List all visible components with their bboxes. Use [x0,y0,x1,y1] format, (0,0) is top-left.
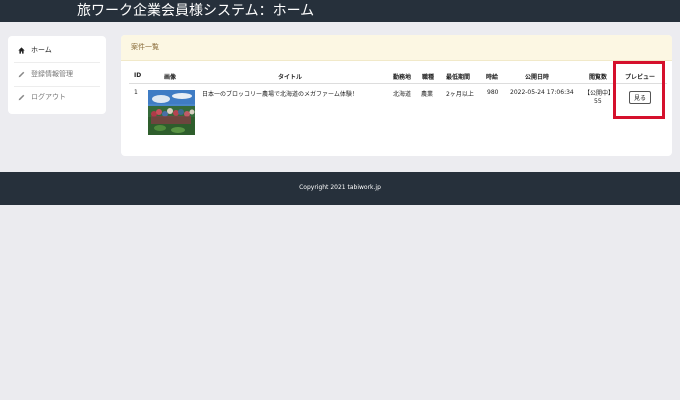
cell-location: 北海道 [393,91,412,98]
cell-published: 2022-05-24 17:06:34 [510,89,574,96]
sidebar-item-logout[interactable]: ログアウト [8,86,106,108]
job-list-card: 案件一覧 ID 画像 タイトル 勤務地 職種 最低期間 時給 公開日時 閲覧数 … [121,35,672,156]
col-header-wage: 時給 [486,74,499,81]
col-header-period: 最低期間 [446,74,471,81]
cell-views: 55 [594,98,602,105]
pencil-icon [18,71,28,78]
cell-title[interactable]: 日本一のブロッコリー農場で北海道のメガファーム体験！ [202,89,358,98]
col-header-job: 職種 [422,74,435,81]
page-title: 旅ワーク企業会員様システム：ホーム [77,3,315,19]
cell-id: 1 [134,89,138,96]
copyright-text: Copyright 2021 tabiwork.jp [299,184,381,191]
cell-wage: 980 [487,89,499,96]
sidebar-item-home[interactable]: ホーム [8,39,106,61]
col-header-location: 勤務地 [393,74,412,81]
col-header-views: 閲覧数 [589,74,608,81]
footer: Copyright 2021 tabiwork.jp [0,172,680,205]
card-header: 案件一覧 [121,35,672,61]
col-header-image: 画像 [164,74,177,81]
card-title: 案件一覧 [131,43,159,51]
sidebar-item-label: 登録情報管理 [31,70,73,78]
col-header-title: タイトル [278,74,303,81]
sidebar-item-label: ホーム [31,46,52,54]
status-badge: 【公開中】 [584,90,615,97]
job-thumbnail-image[interactable] [148,90,195,135]
table-header-divider [129,83,667,84]
cell-period: 2ヶ月以上 [446,91,474,98]
app-header: 旅ワーク企業会員様システム：ホーム [0,0,680,22]
highlight-box [613,61,665,119]
col-header-published: 公開日時 [525,74,550,81]
home-icon [18,46,28,54]
sidebar: ホーム 登録情報管理 ログアウト [8,36,106,114]
sidebar-item-account[interactable]: 登録情報管理 [8,63,106,85]
col-header-id: ID [134,72,142,79]
cell-job: 農業 [421,91,434,98]
pencil-icon [18,94,28,101]
sidebar-item-label: ログアウト [31,93,66,101]
